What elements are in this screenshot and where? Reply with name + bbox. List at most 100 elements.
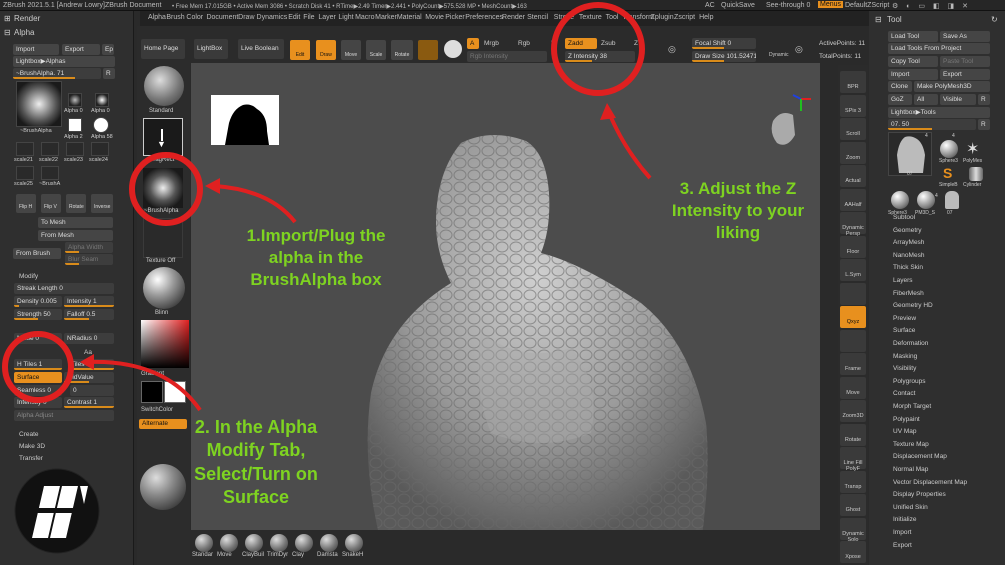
- home-page-button[interactable]: Home Page: [141, 39, 185, 59]
- brush-thumb[interactable]: [320, 534, 338, 552]
- tool-menu-geometry[interactable]: Geometry: [893, 227, 922, 234]
- tool-menu-masking[interactable]: Masking: [893, 353, 917, 360]
- zsub-button[interactable]: Zsub: [601, 40, 615, 47]
- r-button[interactable]: R: [103, 68, 115, 79]
- menu-stroke[interactable]: Stroke: [554, 14, 574, 21]
- alpha-grid-thumb[interactable]: [66, 142, 84, 156]
- tool-menu-nanomesh[interactable]: NanoMesh: [893, 252, 924, 259]
- right-shelf-button[interactable]: Zoom3D: [840, 400, 866, 422]
- right-shelf-button[interactable]: BPR: [840, 71, 866, 93]
- brushalpha-thumbnail[interactable]: [16, 81, 62, 127]
- blur-seam-slider[interactable]: Blur Seam: [65, 254, 113, 265]
- alpha-icon[interactable]: ⊟: [4, 28, 11, 37]
- menu-movie[interactable]: Movie: [425, 14, 444, 21]
- tool-menu-export[interactable]: Export: [893, 542, 912, 549]
- tool-menu-layers[interactable]: Layers: [893, 277, 913, 284]
- rgb-intensity-slider[interactable]: Rgb Intensity: [467, 51, 547, 62]
- menu-alpha[interactable]: Alpha: [148, 14, 166, 21]
- right-shelf-button[interactable]: Rotate: [840, 423, 866, 446]
- contrast-slider[interactable]: Contrast 1: [64, 397, 114, 408]
- tool-import-button[interactable]: Import: [888, 69, 938, 80]
- z-intensity-slider[interactable]: Z Intensity 38: [565, 51, 635, 62]
- live-boolean-button[interactable]: Live Boolean: [238, 39, 284, 59]
- draw-size-slider[interactable]: Draw Size 101.52471: [692, 51, 756, 62]
- tool-menu-visibility[interactable]: Visibility: [893, 365, 916, 372]
- menu-dynamics[interactable]: Dynamics: [257, 14, 288, 21]
- paste-tool-button[interactable]: Paste Tool: [940, 56, 990, 67]
- right-shelf-button[interactable]: Frame: [840, 353, 866, 375]
- dynamic-toggle[interactable]: Dynamic: [769, 52, 788, 58]
- sphere3d-thumb[interactable]: [940, 140, 958, 158]
- quicksave-button[interactable]: QuickSave: [721, 2, 755, 9]
- simplebrush-icon[interactable]: S: [943, 165, 952, 181]
- edit-button[interactable]: Edit: [290, 40, 310, 60]
- copy-tool-button[interactable]: Copy Tool: [888, 56, 938, 67]
- falloff-slider[interactable]: Falloff 0.5: [64, 309, 114, 320]
- clone-button[interactable]: Clone: [888, 81, 912, 92]
- menu-file[interactable]: File: [303, 14, 314, 21]
- right-shelf-button[interactable]: Xpose: [840, 541, 866, 563]
- intensity-slider[interactable]: Intensity 0: [14, 397, 62, 408]
- color-picker[interactable]: [141, 320, 189, 368]
- menu-preferences[interactable]: Preferences: [465, 14, 503, 21]
- right-shelf-button[interactable]: Scroll: [840, 118, 866, 140]
- render-icon[interactable]: ⊞: [4, 14, 11, 23]
- tool-menu-polygroups[interactable]: Polygroups: [893, 378, 926, 385]
- tool-menu-surface[interactable]: Surface: [893, 327, 915, 334]
- focal-shift-slider[interactable]: Focal Shift 0: [692, 38, 756, 49]
- alpha-adjust-curve[interactable]: Alpha Adjust: [14, 410, 114, 421]
- render-title[interactable]: Render: [14, 14, 40, 23]
- tool-menu-arraymesh[interactable]: ArrayMesh: [893, 239, 924, 246]
- tool-export-button[interactable]: Export: [940, 69, 990, 80]
- standard-brush-thumb[interactable]: [144, 66, 184, 106]
- zadd-button[interactable]: Zadd: [565, 38, 597, 49]
- visible-button[interactable]: Visible: [940, 94, 976, 105]
- tool-menu-contact[interactable]: Contact: [893, 390, 915, 397]
- orientation-head-icon[interactable]: [761, 91, 816, 161]
- from-brush-button[interactable]: From Brush: [13, 248, 61, 259]
- right-shelf-button[interactable]: [840, 282, 866, 305]
- brushalpha-box[interactable]: [143, 168, 183, 208]
- flip-v-button[interactable]: Flip V: [41, 194, 61, 213]
- noise-slider[interactable]: Noise 0: [14, 333, 62, 344]
- menu-zscript[interactable]: Zscript: [674, 14, 695, 21]
- load-tools-from-project-button[interactable]: Load Tools From Project: [888, 43, 990, 54]
- import-button[interactable]: Import: [13, 44, 59, 55]
- menu-marker[interactable]: Marker: [375, 14, 397, 21]
- goz-button[interactable]: GoZ: [888, 94, 912, 105]
- tool-title[interactable]: Tool: [887, 15, 902, 24]
- alpha-grid-thumb[interactable]: [41, 142, 59, 156]
- transfer-section[interactable]: Transfer: [19, 455, 43, 462]
- midvalue-slider[interactable]: MidValue: [64, 372, 114, 383]
- m-button[interactable]: M: [551, 40, 556, 47]
- intensity-top-slider[interactable]: Intensity 1: [64, 296, 114, 307]
- menu-brush[interactable]: Brush: [166, 14, 184, 21]
- color-swatch-icon[interactable]: [444, 40, 462, 58]
- h-tiles-slider[interactable]: H Tiles 1: [14, 359, 62, 370]
- tool-menu-polypaint[interactable]: Polypaint: [893, 416, 920, 423]
- alpha0b-thumb[interactable]: [95, 93, 109, 107]
- create-section[interactable]: Create: [19, 431, 39, 438]
- alpha-width-slider[interactable]: Alpha Width: [65, 242, 113, 253]
- menu-macro[interactable]: Macro: [355, 14, 374, 21]
- texture-thumb[interactable]: [143, 218, 183, 258]
- polymesh-star-icon[interactable]: ✶: [966, 139, 979, 159]
- menu-edit[interactable]: Edit: [288, 14, 300, 21]
- tool-menu-initialize[interactable]: Initialize: [893, 516, 916, 523]
- menu-light[interactable]: Light: [338, 14, 353, 21]
- zscript-label[interactable]: DefaultZScript: [845, 2, 889, 9]
- right-shelf-button[interactable]: Move: [840, 376, 866, 399]
- draw-button[interactable]: Draw: [316, 40, 336, 60]
- zcut-button[interactable]: Z: [634, 40, 638, 47]
- tool-menu-thick-skin[interactable]: Thick Skin: [893, 264, 923, 271]
- tool-menu-preview[interactable]: Preview: [893, 315, 916, 322]
- right-shelf-button[interactable]: Actual: [840, 165, 866, 187]
- ep-button[interactable]: Ep: [102, 44, 114, 55]
- move-button[interactable]: Move: [341, 40, 361, 60]
- modify-section-title[interactable]: Modify: [19, 273, 38, 280]
- lightbox-tools-button[interactable]: Lightbox▶Tools: [888, 107, 990, 118]
- focal-icon[interactable]: ◎: [668, 44, 676, 55]
- tool-menu-import[interactable]: Import: [893, 529, 911, 536]
- brush-thumb[interactable]: [195, 534, 213, 552]
- surface-button[interactable]: Surface: [14, 372, 62, 383]
